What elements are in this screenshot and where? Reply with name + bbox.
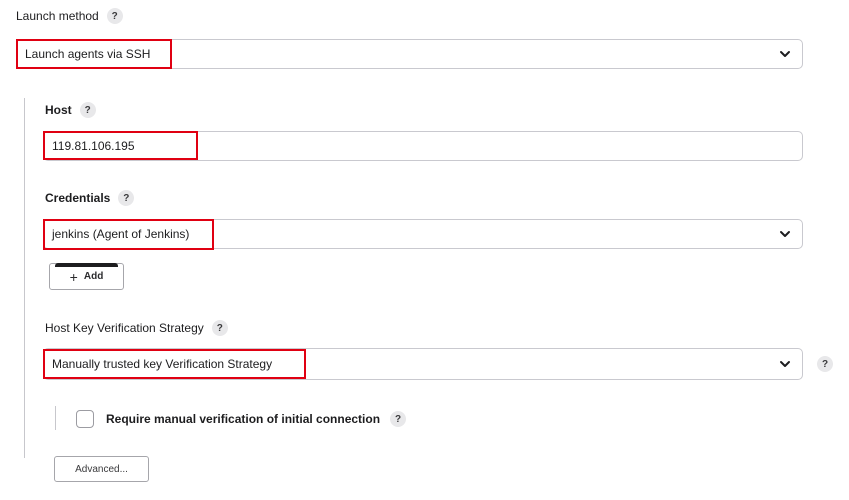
credentials-select[interactable]: jenkins (Agent of Jenkins) — [43, 219, 803, 249]
chevron-down-icon — [780, 231, 790, 237]
chevron-down-icon — [780, 51, 790, 57]
credentials-help-icon[interactable]: ? — [118, 190, 135, 206]
launch-method-label: Launch method — [16, 9, 99, 23]
host-help-icon[interactable]: ? — [79, 102, 96, 118]
host-label: Host — [45, 103, 72, 117]
host-key-side-help-icon[interactable]: ? — [817, 356, 833, 372]
manual-verification-label-wrap: Require manual verification of initial c… — [106, 411, 407, 427]
manual-verification-row: Require manual verification of initial c… — [76, 410, 407, 428]
launch-method-label-row: Launch method ? — [16, 8, 123, 24]
launch-method-help-icon[interactable]: ? — [106, 8, 123, 24]
plus-icon: + — [69, 268, 78, 285]
host-key-selected-value: Manually trusted key Verification Strate… — [52, 357, 273, 371]
host-key-strategy-select[interactable]: Manually trusted key Verification Strate… — [43, 348, 803, 380]
add-credentials-button[interactable]: + Add — [49, 263, 124, 290]
credentials-selected-value: jenkins (Agent of Jenkins) — [52, 227, 190, 241]
host-input-value: 119.81.106.195 — [52, 139, 135, 153]
advanced-button[interactable]: Advanced... — [54, 456, 149, 482]
add-button-label: Add — [83, 271, 104, 282]
launch-method-select[interactable]: Launch agents via SSH — [16, 39, 803, 69]
host-key-label-row: Host Key Verification Strategy ? — [45, 320, 228, 336]
checkbox-group-divider — [55, 406, 56, 430]
advanced-button-label: Advanced... — [75, 463, 128, 475]
manual-verification-label: Require manual verification of initial c… — [106, 412, 381, 426]
host-label-row: Host ? — [45, 102, 96, 118]
nested-section-divider — [24, 98, 25, 458]
credentials-label: Credentials — [45, 191, 111, 205]
host-key-label: Host Key Verification Strategy — [45, 321, 204, 335]
manual-verification-checkbox[interactable] — [76, 410, 94, 428]
credentials-label-row: Credentials ? — [45, 190, 135, 206]
add-button-top-bar — [55, 263, 118, 267]
manual-verification-help-icon[interactable]: ? — [390, 411, 407, 427]
launch-method-selected-value: Launch agents via SSH — [25, 47, 151, 61]
host-input[interactable]: 119.81.106.195 — [43, 131, 803, 161]
host-key-help-icon[interactable]: ? — [211, 320, 228, 336]
chevron-down-icon — [780, 361, 790, 367]
